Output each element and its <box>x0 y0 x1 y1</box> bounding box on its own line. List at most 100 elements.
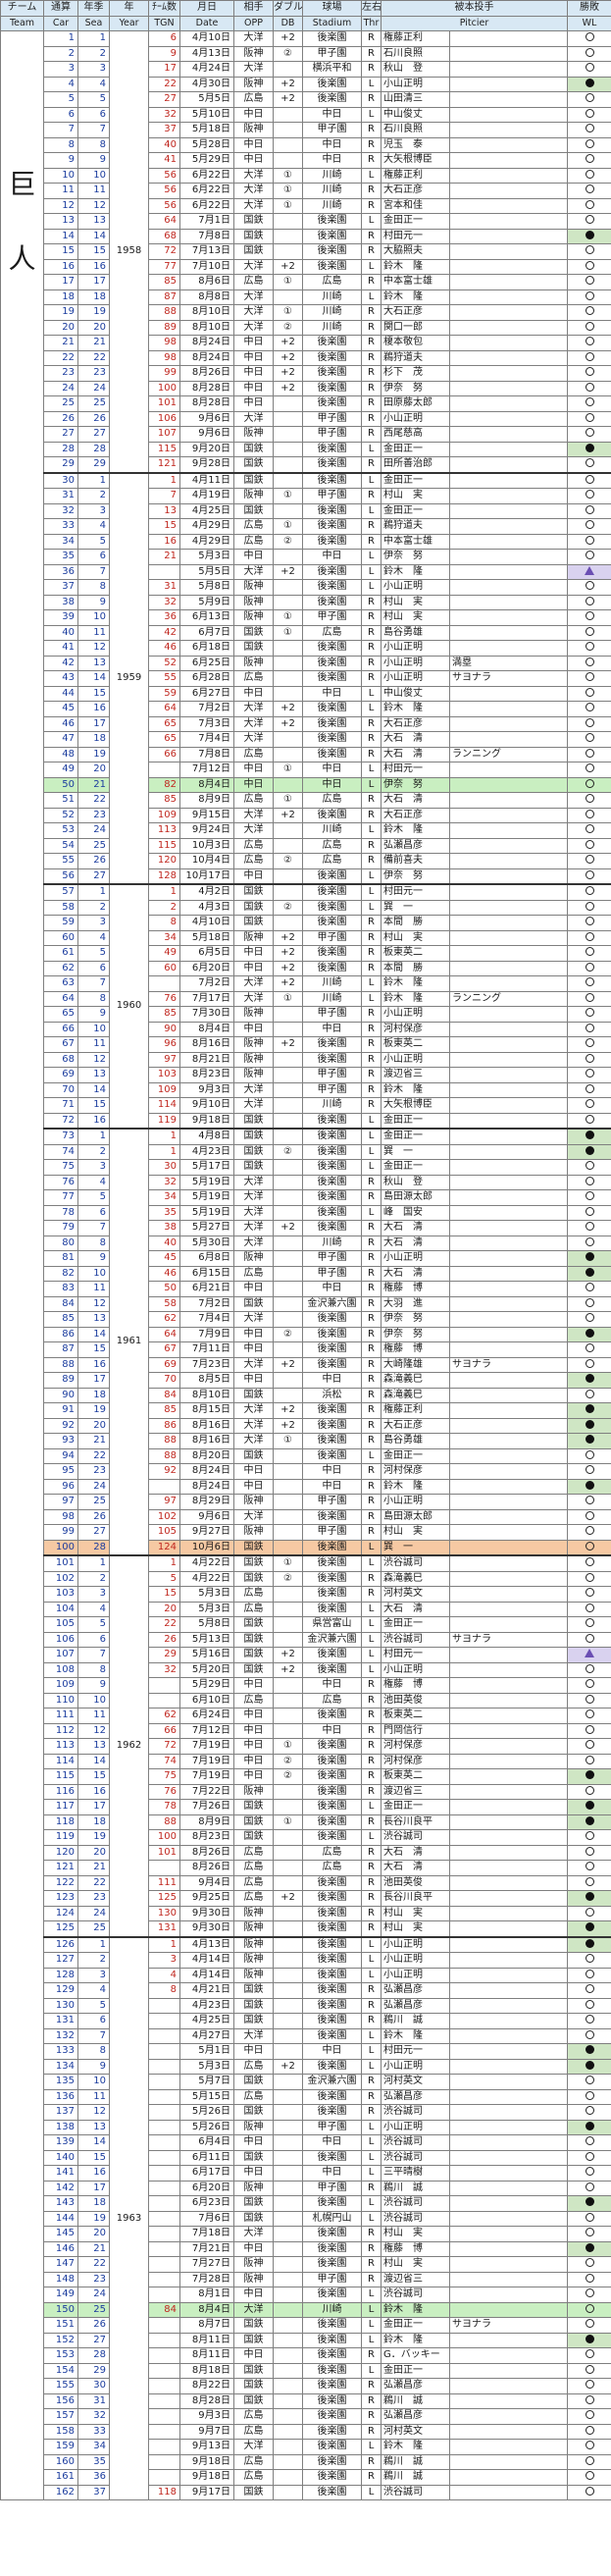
win-loss-cell <box>567 1235 611 1251</box>
doubleheader <box>273 1372 303 1389</box>
career-number: 14 <box>43 228 78 244</box>
stadium: 川崎 <box>302 990 362 1007</box>
doubleheader: +2 <box>273 1356 303 1373</box>
game-date: 6月20日 <box>179 960 234 976</box>
career-number: 12 <box>43 197 78 214</box>
win-mark-icon <box>585 2364 594 2374</box>
table-row: 68 12 97 8月21日 阪神 後楽園 R 小山正明 <box>1 1051 611 1068</box>
table-row: 138 13 5月26日 阪神 甲子園 L 小山正明 <box>1 2119 611 2135</box>
team-game-number: 101 <box>148 1844 180 1861</box>
win-loss-cell <box>567 746 611 762</box>
doubleheader <box>273 579 303 596</box>
season-number: 33 <box>77 2423 110 2440</box>
opponent: 広島 <box>233 2469 274 2486</box>
opponent: 阪神 <box>233 1935 274 1953</box>
team-game-number: 64 <box>148 1326 180 1342</box>
stadium: 広島 <box>302 1692 362 1709</box>
doubleheader <box>273 289 303 305</box>
team-game-number: 107 <box>148 426 180 443</box>
note-cell <box>449 579 568 596</box>
table-row: 92 20 86 8月16日 大洋 +2 後楽園 R 大石正彦 <box>1 1417 611 1434</box>
win-loss-cell <box>567 1311 611 1328</box>
table-row: 24 24 100 8月28日 中日 +2 後楽園 R 伊奈 努 <box>1 380 611 396</box>
stadium: 川崎 <box>302 822 362 839</box>
career-number: 74 <box>43 1143 78 1160</box>
game-date: 9月20日 <box>179 441 234 457</box>
note-cell <box>449 701 568 717</box>
team-game-number: 68 <box>148 228 180 244</box>
opponent: 中日 <box>233 685 274 702</box>
stadium: 後楽園 <box>302 2195 362 2212</box>
opponent: 阪神 <box>233 1952 274 1969</box>
loss-mark-icon <box>585 1815 594 1825</box>
note-cell <box>449 1295 568 1312</box>
season-number: 11 <box>77 183 110 199</box>
stadium: 甲子園 <box>302 1494 362 1510</box>
doubleheader <box>273 1051 303 1068</box>
win-mark-icon <box>585 260 594 270</box>
pitcher-name: 鈴木 隆 <box>381 289 450 305</box>
win-loss-cell <box>567 1799 611 1815</box>
season-number: 8 <box>77 136 110 153</box>
pitcher-name: 小山正明 <box>381 1661 450 1678</box>
win-mark-icon <box>585 215 594 224</box>
team-game-number: 35 <box>148 1204 180 1221</box>
loss-mark-icon <box>585 1267 594 1277</box>
pitcher-name: 河村保彦 <box>381 1738 450 1755</box>
stadium: 後楽園 <box>302 228 362 244</box>
loss-mark-icon <box>585 1770 594 1779</box>
win-mark-icon <box>585 2136 594 2145</box>
doubleheader <box>273 1112 303 1130</box>
season-number: 13 <box>77 1738 110 1755</box>
win-loss-cell <box>567 1356 611 1373</box>
note-cell <box>449 807 568 823</box>
game-date: 8月16日 <box>179 1417 234 1434</box>
pitcher-name: 渋谷誠司 <box>381 2210 450 2227</box>
game-date: 9月6日 <box>179 410 234 427</box>
game-date: 7月10日 <box>179 258 234 275</box>
season-number: 34 <box>77 2439 110 2455</box>
season-number: 5 <box>77 533 110 550</box>
game-date: 7月18日 <box>179 2226 234 2242</box>
win-loss-cell <box>567 2210 611 2227</box>
doubleheader <box>273 213 303 230</box>
opponent: 広島 <box>233 1586 274 1603</box>
opponent: 国鉄 <box>233 1997 274 2014</box>
win-mark-icon <box>585 1984 594 1993</box>
game-date: 4月10日 <box>179 30 234 47</box>
career-number: 98 <box>43 1508 78 1525</box>
pitcher-hand: R <box>361 594 382 610</box>
career-number: 84 <box>43 1295 78 1312</box>
table-row: 147 22 7月27日 阪神 後楽園 R 村山 実 <box>1 2256 611 2273</box>
stadium: 後楽園 <box>302 365 362 382</box>
win-loss-cell <box>567 1722 611 1739</box>
win-loss-cell <box>567 1494 611 1510</box>
win-mark-icon <box>585 1755 594 1764</box>
game-date: 5月8日 <box>179 579 234 596</box>
opponent: 広島 <box>233 1874 274 1891</box>
note-cell <box>449 2088 568 2105</box>
season-number: 10 <box>77 609 110 626</box>
career-number: 67 <box>43 1036 78 1053</box>
win-mark-icon <box>585 2212 594 2222</box>
season-number: 7 <box>77 563 110 580</box>
pitcher-hand: R <box>361 2453 382 2470</box>
pitcher-hand: L <box>361 1647 382 1663</box>
doubleheader <box>273 2408 303 2425</box>
game-date: 8月4日 <box>179 776 234 793</box>
team-game-number: 62 <box>148 1708 180 1724</box>
opponent: 大洋 <box>233 304 274 321</box>
win-loss-cell <box>567 1844 611 1861</box>
opponent: 中日 <box>233 2347 274 2364</box>
note-cell <box>449 1554 568 1572</box>
pitcher-name: 大石 清 <box>381 1860 450 1876</box>
table-row: 148 23 7月28日 阪神 甲子園 R 渡辺省三 <box>1 2271 611 2287</box>
win-loss-cell <box>567 1616 611 1633</box>
pitcher-name: 山田清三 <box>381 91 450 108</box>
table-row: 巨人 1 1 1958 6 4月10日 大洋 +2 後楽園 R 権藤正利 <box>0 30 611 2500</box>
career-number: 61 <box>43 945 78 962</box>
table-row: 80 8 40 5月30日 大洋 川崎 R 大石 清 <box>1 1235 611 1251</box>
pitcher-hand: R <box>361 1021 382 1037</box>
win-loss-cell <box>567 183 611 199</box>
note-cell <box>449 2453 568 2470</box>
